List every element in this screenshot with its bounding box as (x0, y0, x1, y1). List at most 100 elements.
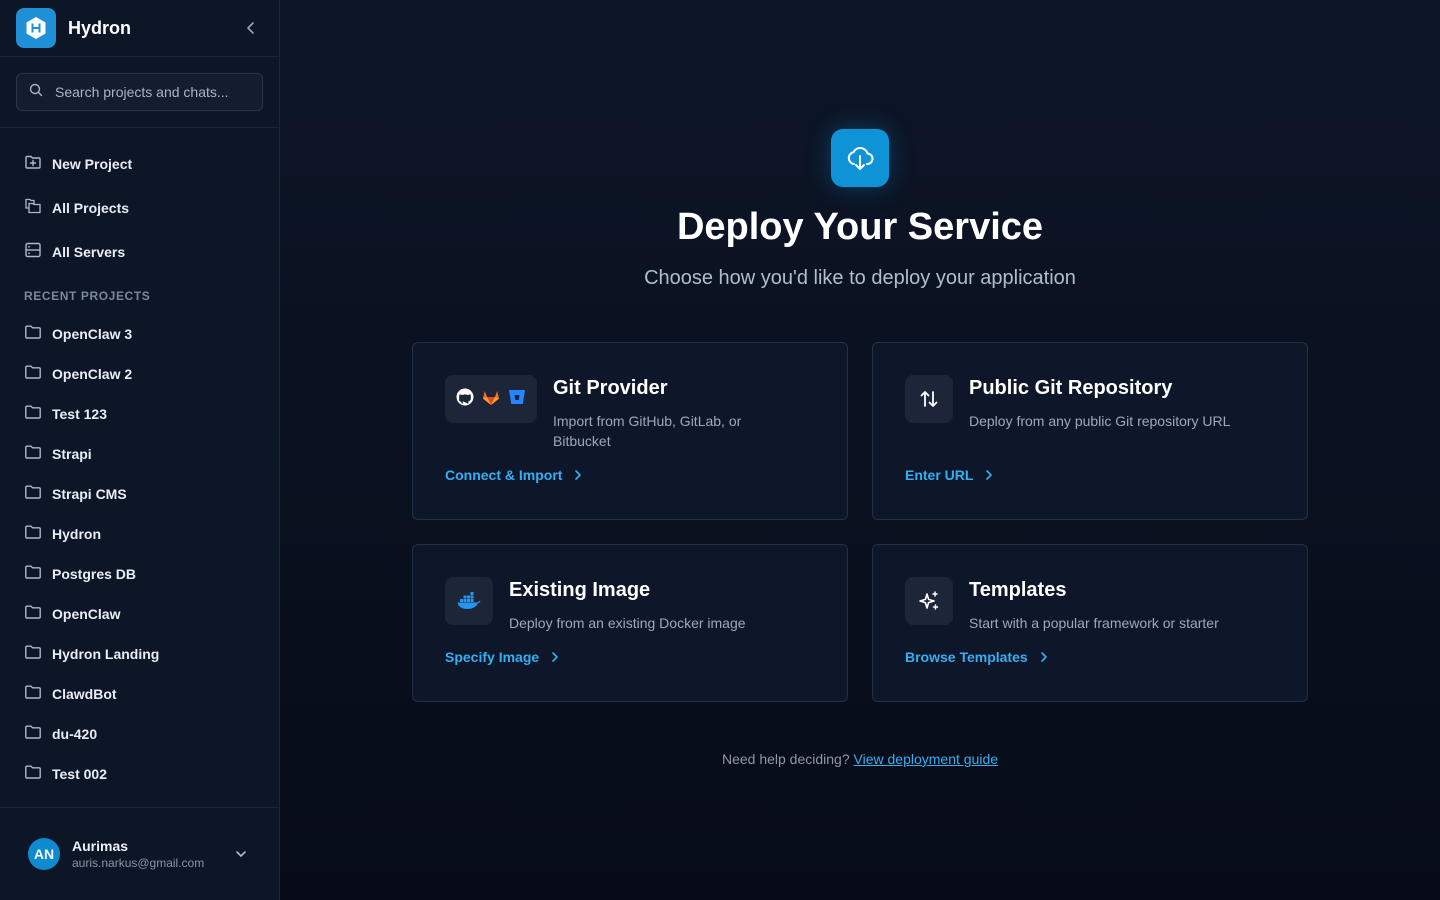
folder-icon (24, 683, 42, 706)
project-label: Hydron Landing (52, 646, 160, 662)
project-label: du-420 (52, 726, 98, 742)
project-item[interactable]: Postgres DB (0, 554, 279, 594)
sidebar: Hydron New Project All Projects (0, 0, 280, 900)
card-link-label: Enter URL (905, 467, 974, 483)
docker-icon (445, 577, 493, 625)
card-title: Git Provider (553, 377, 668, 399)
project-label: Test 123 (52, 406, 107, 422)
help-text: Need help deciding? (721, 751, 850, 767)
card-description: Deploy from any public Git repository UR… (969, 413, 1231, 429)
project-item[interactable]: OpenClaw 2 (0, 354, 279, 394)
sidebar-header: Hydron (0, 0, 279, 57)
app-name: Hydron (68, 17, 131, 38)
chevron-right-icon (572, 469, 584, 481)
card-description: Deploy from an existing Docker image (509, 615, 746, 631)
project-label: Hydron (52, 526, 101, 542)
hydron-logo-icon[interactable] (16, 8, 56, 48)
project-item[interactable]: du-420 (0, 714, 279, 754)
user-info: Aurimas auris.narkus@gmail.com (72, 838, 231, 870)
collapse-sidebar-icon[interactable] (239, 16, 263, 40)
nav-all-projects[interactable]: All Projects (0, 186, 279, 230)
main-nav: New Project All Projects All Servers (0, 128, 279, 274)
project-label: Test 002 (52, 766, 107, 782)
page-subtitle: Choose how you'd like to deploy your app… (644, 267, 1076, 289)
git-provider-icons (445, 375, 537, 423)
arrows-up-down-icon (905, 375, 953, 423)
project-item[interactable]: Test 123 (0, 394, 279, 434)
project-item[interactable]: OpenClaw (0, 594, 279, 634)
gitlab-icon (481, 387, 501, 412)
project-label: Strapi (52, 446, 92, 462)
card-description: Import from GitHub, GitLab, or Bitbucket (553, 413, 742, 449)
help-footer: Need help deciding? View deployment guid… (280, 751, 1440, 767)
project-item[interactable]: Test 002 (0, 754, 279, 794)
recent-projects-list: OpenClaw 3 OpenClaw 2 Test 123 Strapi St… (0, 314, 279, 794)
folder-icon (24, 363, 42, 386)
project-label: ClawdBot (52, 686, 117, 702)
user-name: Aurimas (72, 838, 129, 854)
public-git-card[interactable]: Public Git Repository Deploy from any pu… (872, 342, 1308, 520)
folder-icon (24, 763, 42, 786)
folder-icon (24, 603, 42, 626)
cloud-download-icon (831, 129, 889, 187)
project-label: OpenClaw 3 (52, 326, 133, 342)
server-icon (24, 241, 42, 264)
project-item[interactable]: Strapi CMS (0, 474, 279, 514)
bitbucket-icon (507, 387, 527, 412)
deployment-guide-link[interactable]: View deployment guide (854, 751, 999, 767)
folder-icon (24, 443, 42, 466)
folder-icon (24, 723, 42, 746)
enter-url-link[interactable]: Enter URL (905, 467, 995, 483)
nav-label: All Projects (52, 200, 130, 216)
specify-image-link[interactable]: Specify Image (445, 649, 561, 665)
card-description: Start with a popular framework or starte… (969, 615, 1219, 631)
folder-icon (24, 403, 42, 426)
folder-plus-icon (24, 153, 42, 176)
project-item[interactable]: OpenClaw 3 (0, 314, 279, 354)
search-container (0, 57, 279, 128)
templates-card[interactable]: Templates Start with a popular framework… (872, 544, 1308, 702)
main-content: Deploy Your Service Choose how you'd lik… (280, 0, 1440, 900)
search-box[interactable] (16, 73, 263, 111)
search-input[interactable] (55, 84, 245, 100)
user-menu[interactable]: AN Aurimas auris.narkus@gmail.com (0, 807, 279, 900)
nav-label: New Project (52, 156, 133, 172)
git-provider-card[interactable]: Git Provider Import from GitHub, GitLab,… (412, 342, 848, 520)
project-label: OpenClaw (52, 606, 121, 622)
chevron-right-icon (549, 651, 561, 663)
chevron-down-icon[interactable] (231, 844, 251, 864)
folder-icon (24, 483, 42, 506)
user-email: auris.narkus@gmail.com (72, 856, 205, 870)
project-label: Postgres DB (52, 566, 137, 582)
folder-icon (24, 323, 42, 346)
avatar: AN (28, 838, 60, 870)
recent-projects-heading: RECENT PROJECTS (24, 289, 151, 303)
search-icon (29, 83, 43, 102)
folder-icon (24, 563, 42, 586)
nav-all-servers[interactable]: All Servers (0, 230, 279, 274)
browse-templates-link[interactable]: Browse Templates (905, 649, 1050, 665)
nav-new-project[interactable]: New Project (0, 142, 279, 186)
chevron-right-icon (1038, 651, 1050, 663)
folder-icon (24, 523, 42, 546)
chevron-right-icon (983, 469, 995, 481)
existing-image-card[interactable]: Existing Image Deploy from an existing D… (412, 544, 848, 702)
card-title: Public Git Repository (969, 377, 1173, 399)
card-link-label: Connect & Import (445, 467, 563, 483)
project-item[interactable]: Strapi (0, 434, 279, 474)
folder-icon (24, 643, 42, 666)
card-link-label: Browse Templates (905, 649, 1028, 665)
project-item[interactable]: Hydron Landing (0, 634, 279, 674)
card-title: Existing Image (509, 579, 651, 601)
project-item[interactable]: ClawdBot (0, 674, 279, 714)
connect-import-link[interactable]: Connect & Import (445, 467, 584, 483)
project-label: OpenClaw 2 (52, 366, 133, 382)
page-title: Deploy Your Service (676, 206, 1044, 248)
folders-icon (24, 197, 42, 220)
card-link-label: Specify Image (445, 649, 540, 665)
sparkles-icon (905, 577, 953, 625)
project-item[interactable]: Hydron (0, 514, 279, 554)
project-label: Strapi CMS (52, 486, 127, 502)
github-icon (455, 387, 475, 412)
nav-label: All Servers (52, 244, 126, 260)
